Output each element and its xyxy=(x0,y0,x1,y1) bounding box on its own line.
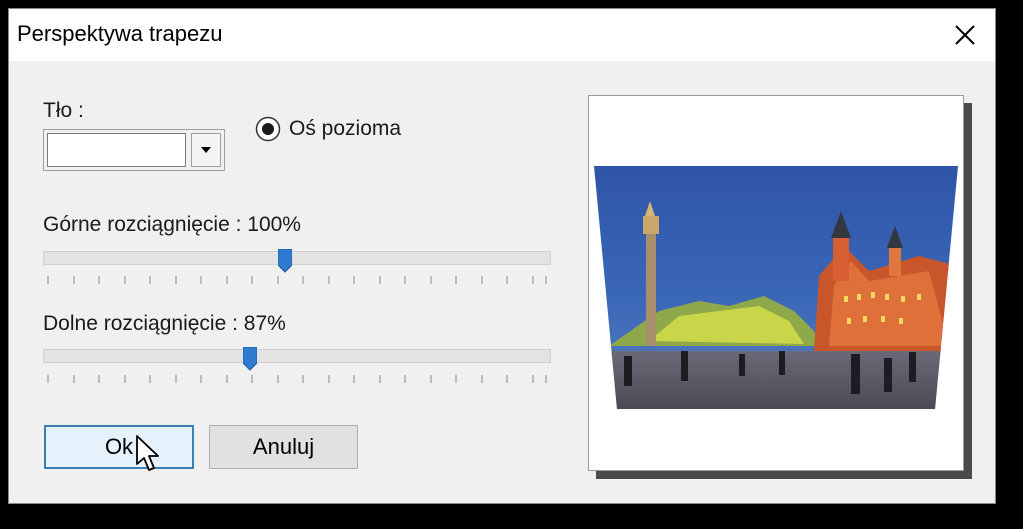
top-stretch-thumb[interactable] xyxy=(278,249,292,273)
top-stretch-label: Górne rozciągnięcie : 100% xyxy=(43,213,301,236)
dialog-title: Perspektywa trapezu xyxy=(17,21,223,46)
horizontal-axis-radio[interactable] xyxy=(255,116,281,142)
dropdown-button[interactable] xyxy=(191,133,221,167)
mouse-pointer-icon xyxy=(136,435,159,471)
bottom-stretch-ticks xyxy=(47,375,547,383)
top-stretch-ticks xyxy=(47,276,547,284)
top-stretch-slider[interactable] xyxy=(43,251,551,265)
background-color-field[interactable] xyxy=(47,133,186,167)
cancel-button[interactable]: Anuluj xyxy=(209,425,358,469)
background-color-combo[interactable] xyxy=(43,129,225,171)
preview-image xyxy=(594,166,958,409)
dialog-window: Perspektywa trapezu Tło : Oś pozioma Gór… xyxy=(8,8,996,504)
preview-panel xyxy=(588,95,964,471)
chevron-down-icon xyxy=(201,147,211,153)
close-button[interactable] xyxy=(935,9,995,61)
bottom-stretch-label: Dolne rozciągnięcie : 87% xyxy=(43,312,286,335)
ok-button[interactable]: Ok xyxy=(44,425,194,469)
title-bar: Perspektywa trapezu xyxy=(9,9,995,61)
close-icon xyxy=(955,25,975,45)
bottom-stretch-slider[interactable] xyxy=(43,349,551,363)
horizontal-axis-label: Oś pozioma xyxy=(289,117,402,140)
bottom-stretch-thumb[interactable] xyxy=(243,347,257,371)
background-label: Tło : xyxy=(43,99,84,122)
